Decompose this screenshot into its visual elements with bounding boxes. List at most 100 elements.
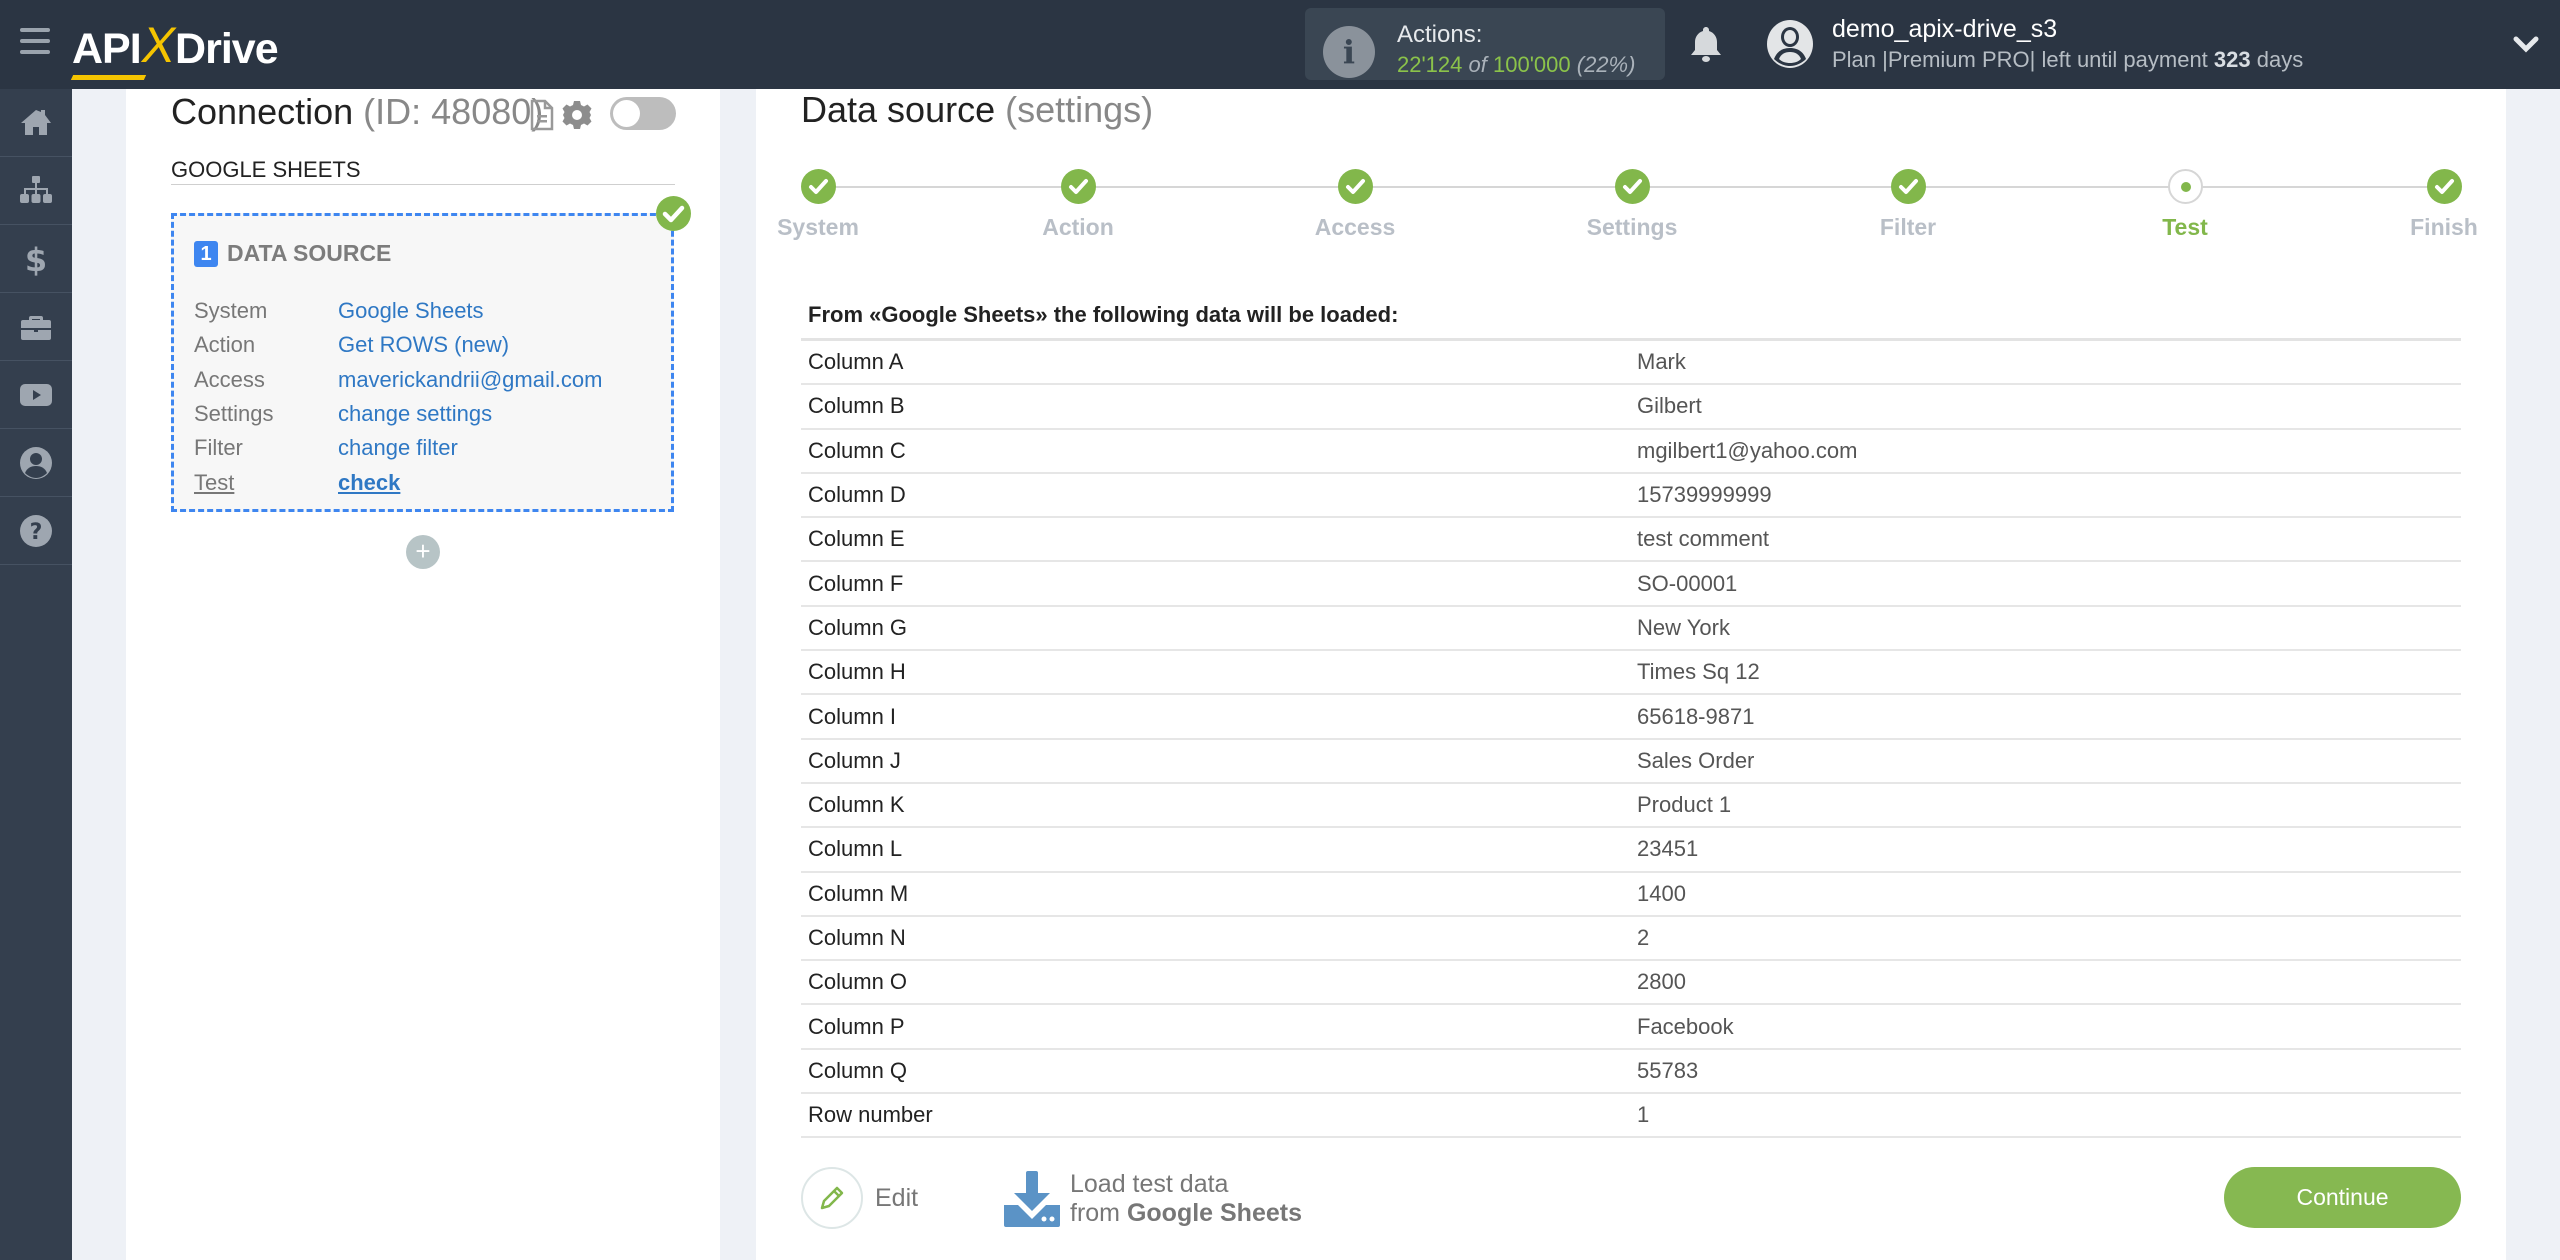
sidebar-item-connections[interactable]: [0, 157, 72, 225]
table-row: Column B Gilbert: [801, 385, 2461, 430]
sidebar-nav: $ ?: [0, 89, 72, 1260]
test-check-link[interactable]: check: [338, 470, 400, 496]
data-source-block[interactable]: 1 DATA SOURCE System Google Sheets Actio…: [171, 213, 674, 512]
step-filter[interactable]: Filter: [1838, 169, 1978, 241]
column-name: Column P: [808, 1013, 905, 1039]
progress-stepper: System Action Access Settings Filter Tes…: [777, 169, 2478, 249]
action-link[interactable]: Get ROWS (new): [338, 332, 509, 358]
load-test-data-button[interactable]: Load test data from Google Sheets: [1002, 1169, 1302, 1229]
page-subtitle: (settings): [1005, 89, 1154, 130]
step-label: Test: [2162, 214, 2208, 240]
user-plan-info: Plan |Premium PRO| left until payment 32…: [1832, 47, 2303, 73]
data-source-header: 1 DATA SOURCE: [194, 240, 391, 267]
column-value: Times Sq 12: [1637, 659, 1760, 685]
sidebar-item-videos[interactable]: [0, 361, 72, 429]
step-label: System: [777, 214, 859, 240]
table-row: Column G New York: [801, 607, 2461, 652]
connection-title-text: Connection: [171, 91, 354, 132]
apixdrive-logo[interactable]: API X Drive: [72, 14, 279, 74]
column-value: New York: [1637, 614, 1730, 640]
column-name: Column B: [808, 393, 905, 419]
detail-key: Action: [194, 332, 256, 358]
edit-label: Edit: [875, 1183, 919, 1212]
pencil-icon: [820, 1186, 844, 1210]
table-row: Column N 2: [801, 917, 2461, 962]
column-value: 55783: [1637, 1057, 1699, 1083]
logo-x-text: X: [141, 17, 175, 73]
step-action[interactable]: Action: [1008, 169, 1148, 241]
chevron-down-icon[interactable]: [2512, 30, 2540, 58]
column-value: mgilbert1@yahoo.com: [1637, 437, 1858, 463]
data-source-title: DATA SOURCE: [227, 240, 392, 266]
add-block-button[interactable]: +: [406, 535, 440, 569]
load-line2: from Google Sheets: [1070, 1199, 1302, 1228]
step-settings[interactable]: Settings: [1562, 169, 1702, 241]
settings-link[interactable]: change settings: [338, 401, 492, 427]
question-circle-icon: ?: [20, 514, 52, 547]
edit-button[interactable]: Edit: [801, 1167, 918, 1229]
days-left: 323: [2213, 47, 2251, 72]
access-link[interactable]: maverickandrii@gmail.com: [338, 367, 602, 393]
column-value: Product 1: [1637, 792, 1732, 818]
data-source-settings-panel: Data source (settings) System Action Acc…: [756, 89, 2506, 1260]
table-row: Column H Times Sq 12: [801, 651, 2461, 696]
info-icon: i: [1323, 26, 1375, 78]
system-link[interactable]: Google Sheets: [338, 298, 484, 324]
step-finish[interactable]: Finish: [2374, 169, 2514, 241]
page-title: Data source (settings): [801, 89, 1153, 131]
actions-of: of: [1468, 52, 1487, 77]
step-number-badge: 1: [194, 240, 218, 267]
column-name: Column D: [808, 482, 906, 508]
document-icon[interactable]: [529, 99, 555, 131]
column-name: Column J: [808, 747, 901, 773]
column-name: Column N: [808, 925, 906, 950]
user-name[interactable]: demo_apix-drive_s3: [1832, 15, 2057, 44]
column-name: Column H: [808, 659, 906, 685]
sidebar-item-home[interactable]: [0, 89, 72, 157]
step-system[interactable]: System: [748, 169, 888, 241]
column-name: Column Q: [808, 1057, 908, 1083]
step-done-check-icon: [1060, 169, 1096, 204]
filter-link[interactable]: change filter: [338, 435, 458, 461]
gear-icon[interactable]: [561, 99, 593, 131]
step-label: Finish: [2410, 214, 2478, 240]
step-done-check-icon: [2426, 169, 2462, 204]
connection-enable-toggle[interactable]: [610, 97, 676, 130]
user-avatar-icon[interactable]: [1766, 19, 1814, 69]
detail-row-action: Action Get ROWS (new): [194, 328, 602, 362]
step-access[interactable]: Access: [1285, 169, 1425, 241]
sidebar-item-tools[interactable]: [0, 293, 72, 361]
table-row: Column K Product 1: [801, 784, 2461, 829]
notifications-bell-icon[interactable]: [1688, 24, 1724, 64]
top-header: API X Drive i Actions: 22'124 of 100'000 (…: [0, 0, 2560, 89]
svg-text:?: ?: [30, 520, 43, 545]
table-row: Column C mgilbert1@yahoo.com: [801, 430, 2461, 474]
logo-drive-text: Drive: [175, 25, 279, 73]
column-value: Facebook: [1637, 1013, 1734, 1039]
step-test[interactable]: Test: [2115, 169, 2255, 241]
continue-button[interactable]: Continue: [2224, 1167, 2461, 1228]
menu-burger-icon[interactable]: [20, 28, 50, 54]
home-icon: [21, 109, 51, 135]
table-row: Column E test comment: [801, 518, 2461, 563]
column-name: Column O: [808, 969, 908, 995]
step-done-check-icon: [1890, 169, 1926, 204]
column-value: 23451: [1637, 836, 1699, 862]
detail-key: Test: [194, 469, 235, 495]
plan-text: Plan |Premium PRO| left until payment: [1832, 47, 2208, 72]
column-name: Column M: [808, 880, 909, 906]
download-icon: [1004, 1171, 1060, 1227]
connection-title: Connection (ID: 48080): [171, 91, 543, 133]
step-label: Filter: [1879, 214, 1937, 240]
sitemap-icon: [20, 175, 52, 203]
detail-row-access: Access maverickandrii@gmail.com: [194, 363, 602, 397]
sidebar-item-help[interactable]: ?: [0, 497, 72, 565]
actions-used: 22'124: [1397, 52, 1463, 77]
detail-row-settings: Settings change settings: [194, 397, 602, 431]
sidebar-item-account[interactable]: [0, 429, 72, 497]
column-name: Column L: [808, 836, 903, 862]
connection-panel: Connection (ID: 48080) GOOGLE SHEETS 1 D…: [126, 89, 720, 1260]
column-value: test comment: [1637, 526, 1770, 552]
actions-usage-badge[interactable]: i Actions: 22'124 of 100'000 (22%): [1305, 8, 1665, 80]
sidebar-item-billing[interactable]: $: [0, 225, 72, 293]
